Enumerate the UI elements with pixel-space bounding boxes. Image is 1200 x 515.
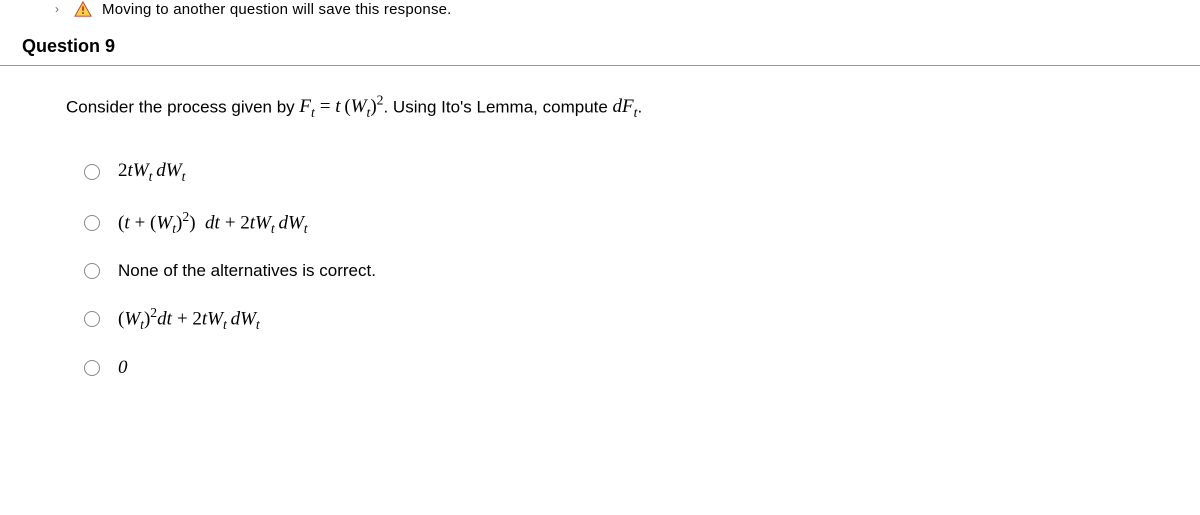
chevron-right-icon: ›	[55, 2, 59, 16]
options-group: 2tWt dWt (t + (Wt)2) dt + 2tWt dWt None …	[66, 160, 1200, 379]
option-2-formula: (t + (Wt)2) dt + 2tWt dWt	[118, 209, 308, 237]
prompt-formula-dft: dFt	[613, 96, 638, 117]
option-1[interactable]: 2tWt dWt	[84, 160, 1200, 185]
save-notice: Moving to another question will save thi…	[102, 1, 452, 18]
option-3-text: None of the alternatives is correct.	[118, 261, 376, 281]
radio-icon[interactable]	[84, 311, 100, 327]
option-4-formula: (Wt)2dt + 2tWt dWt	[118, 305, 260, 333]
prompt-formula-ft: Ft = t (Wt)2	[299, 96, 383, 117]
radio-icon[interactable]	[84, 360, 100, 376]
radio-icon[interactable]	[84, 164, 100, 180]
warning-icon	[74, 0, 92, 18]
option-4[interactable]: (Wt)2dt + 2tWt dWt	[84, 305, 1200, 333]
prompt-middle: . Using Ito's Lemma, compute	[383, 97, 612, 116]
prompt-prefix: Consider the process given by	[66, 97, 299, 116]
divider	[0, 65, 1200, 66]
option-2[interactable]: (t + (Wt)2) dt + 2tWt dWt	[84, 209, 1200, 237]
radio-icon[interactable]	[84, 263, 100, 279]
top-bar: › Moving to another question will save t…	[0, 0, 1200, 18]
question-body: Consider the process given by Ft = t (Wt…	[0, 90, 1200, 379]
option-1-formula: 2tWt dWt	[118, 160, 185, 185]
question-prompt: Consider the process given by Ft = t (Wt…	[66, 90, 1200, 124]
prompt-suffix: .	[637, 97, 642, 116]
option-5-text: 0	[118, 357, 128, 379]
option-3[interactable]: None of the alternatives is correct.	[84, 261, 1200, 281]
question-number: Question 9	[0, 18, 1200, 65]
option-5[interactable]: 0	[84, 357, 1200, 379]
radio-icon[interactable]	[84, 215, 100, 231]
